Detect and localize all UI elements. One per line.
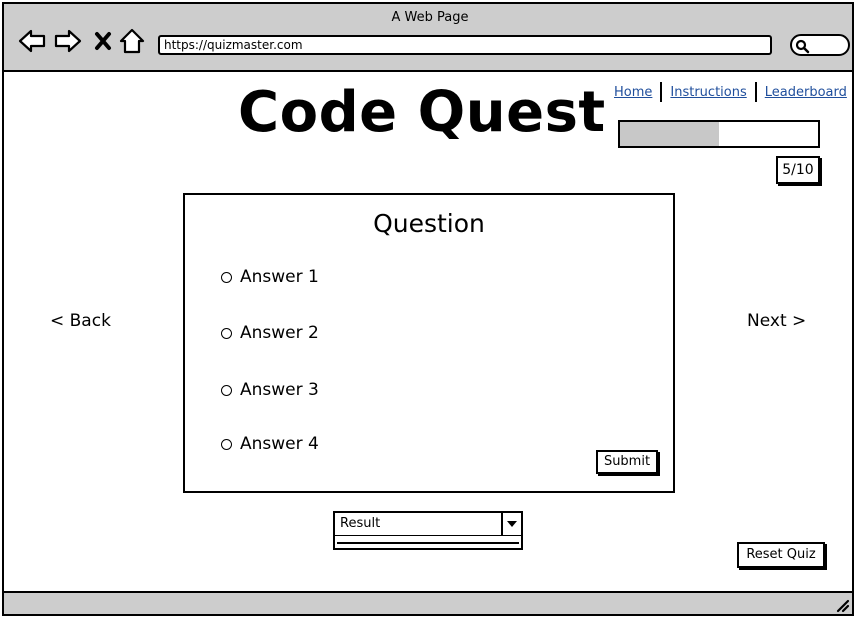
result-selected-value: Result <box>340 516 381 531</box>
radio-button[interactable] <box>221 327 232 339</box>
page-title: Code Quest <box>238 80 606 145</box>
caret-down-icon[interactable] <box>501 513 521 535</box>
submit-button[interactable]: Submit <box>596 450 658 474</box>
progress-count: 5/10 <box>776 156 820 184</box>
home-icon[interactable] <box>118 26 146 56</box>
answer-label: Answer 1 <box>240 267 319 287</box>
answer-option-1[interactable]: Answer 1 <box>221 267 319 287</box>
status-bar <box>2 591 854 616</box>
top-nav: Home Instructions Leaderboard <box>606 82 855 102</box>
answer-option-2[interactable]: Answer 2 <box>221 323 319 343</box>
answer-label: Answer 3 <box>240 380 319 400</box>
window-title: A Web Page <box>391 10 469 25</box>
browser-toolbar: A Web Page https://quizmaster.com <box>2 2 854 72</box>
arrow-right-icon[interactable] <box>52 26 84 56</box>
nav-link-leaderboard[interactable]: Leaderboard <box>757 85 855 100</box>
result-dropdown[interactable]: Result <box>333 511 523 537</box>
search-box[interactable] <box>790 34 850 56</box>
result-list-divider <box>337 542 519 544</box>
radio-button[interactable] <box>221 271 232 283</box>
answer-option-4[interactable]: Answer 4 <box>221 434 319 454</box>
back-button[interactable]: < Back <box>50 311 111 331</box>
radio-button[interactable] <box>221 438 232 450</box>
arrow-left-icon[interactable] <box>16 26 48 56</box>
close-icon[interactable] <box>92 26 114 56</box>
question-title: Question <box>373 209 485 238</box>
reset-quiz-button[interactable]: Reset Quiz <box>737 542 825 568</box>
nav-link-instructions[interactable]: Instructions <box>662 85 754 100</box>
quiz-progress-bar <box>618 120 820 148</box>
answer-label: Answer 4 <box>240 434 319 454</box>
radio-button[interactable] <box>221 384 232 396</box>
answer-label: Answer 2 <box>240 323 319 343</box>
question-card: Question Answer 1 Answer 2 Answer 3 Answ… <box>183 193 675 493</box>
answer-option-3[interactable]: Answer 3 <box>221 380 319 400</box>
nav-link-home[interactable]: Home <box>606 85 660 100</box>
resize-grip-icon[interactable] <box>836 599 850 613</box>
result-dropdown-list <box>333 536 523 550</box>
next-button[interactable]: Next > <box>747 311 806 331</box>
search-icon <box>795 39 810 54</box>
url-input[interactable]: https://quizmaster.com <box>158 35 772 55</box>
progress-fill <box>620 122 719 146</box>
